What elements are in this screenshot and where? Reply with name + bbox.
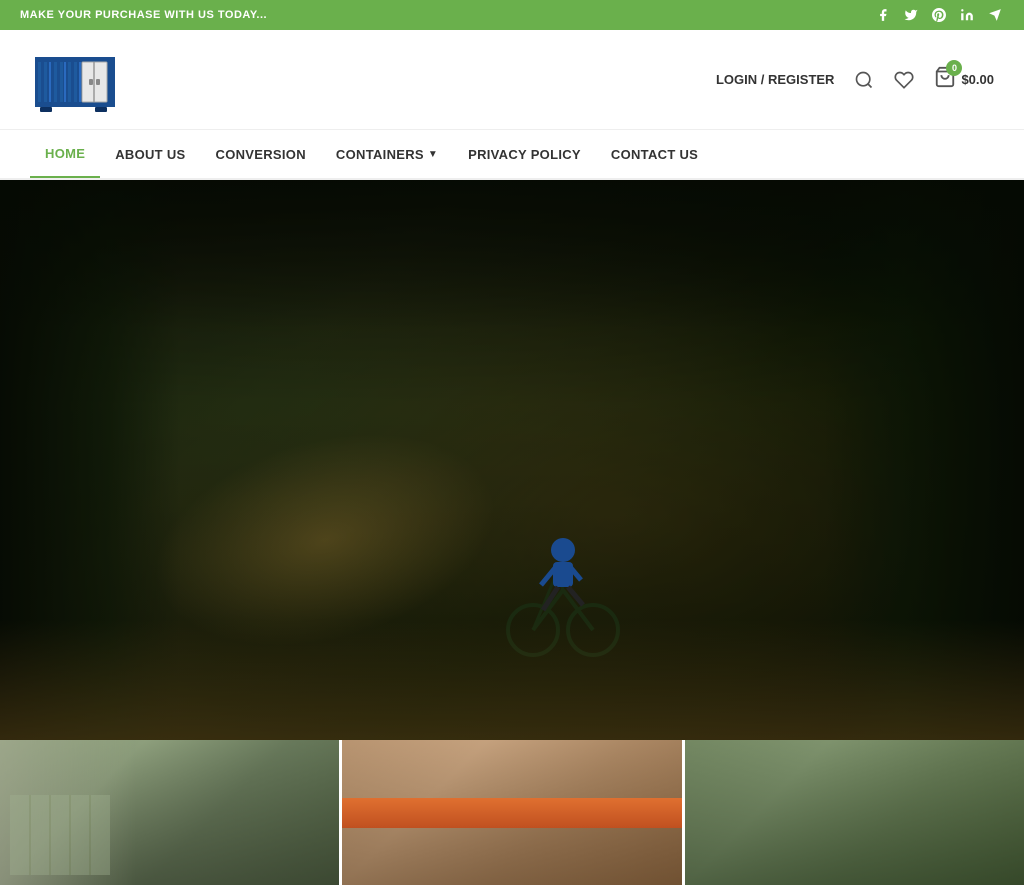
wishlist-icon[interactable] [894, 70, 914, 90]
navigation: HOME ABOUT US CONVERSION CONTAINERS ▼ PR… [0, 130, 1024, 180]
nav-item-conversion[interactable]: CONVERSION [201, 130, 321, 178]
pinterest-icon[interactable] [930, 6, 948, 24]
facebook-icon[interactable] [874, 6, 892, 24]
thumbnails-row [0, 740, 1024, 885]
hero-section [0, 180, 1024, 740]
nav-item-about[interactable]: ABOUT US [100, 130, 200, 178]
thumbnail-3[interactable] [685, 740, 1024, 885]
cart-icon-wrap: 0 [934, 66, 956, 93]
nav-item-contact[interactable]: CONTACT US [596, 130, 713, 178]
linkedin-icon[interactable] [958, 6, 976, 24]
header: LOGIN / REGISTER 0 $0.00 [0, 30, 1024, 130]
logo-area[interactable] [30, 42, 120, 117]
thumbnail-2[interactable] [342, 740, 684, 885]
thumbnail-1[interactable] [0, 740, 342, 885]
tree-top-overlay [0, 180, 1024, 330]
search-icon[interactable] [854, 70, 874, 90]
nav-item-containers[interactable]: CONTAINERS ▼ [321, 130, 453, 178]
thumb-1-content [10, 795, 110, 875]
cart-price: $0.00 [961, 72, 994, 87]
top-bar-message: MAKE YOUR PURCHASE WITH US TODAY... [20, 9, 267, 21]
top-bar-social [874, 6, 1004, 24]
telegram-icon[interactable] [986, 6, 1004, 24]
login-register-button[interactable]: LOGIN / REGISTER [716, 72, 834, 87]
nav-list: HOME ABOUT US CONVERSION CONTAINERS ▼ PR… [30, 130, 713, 178]
nav-item-home[interactable]: HOME [30, 130, 100, 178]
containers-dropdown-arrow: ▼ [428, 149, 438, 160]
nav-item-privacy[interactable]: PRIVACY POLICY [453, 130, 596, 178]
logo-icon [30, 42, 120, 117]
cart-button[interactable]: 0 $0.00 [934, 66, 994, 93]
twitter-icon[interactable] [902, 6, 920, 24]
trail-overlay [0, 620, 1024, 740]
header-actions: LOGIN / REGISTER 0 $0.00 [716, 66, 994, 93]
cart-badge: 0 [946, 60, 962, 76]
top-bar: MAKE YOUR PURCHASE WITH US TODAY... [0, 0, 1024, 30]
thumb-3-overlay [685, 740, 1024, 885]
hero-scene [0, 180, 1024, 740]
container-stripe [342, 798, 681, 828]
